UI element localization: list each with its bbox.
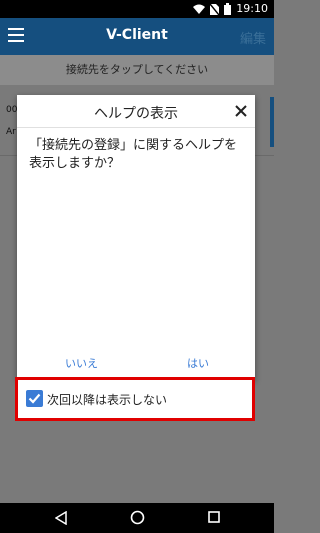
list-item-accent bbox=[270, 97, 274, 147]
navigation-bar bbox=[0, 503, 274, 533]
no-button[interactable]: いいえ bbox=[65, 355, 98, 371]
dialog-title: ヘルプの表示 bbox=[94, 106, 178, 122]
home-icon[interactable] bbox=[130, 510, 145, 525]
no-sim-icon bbox=[210, 3, 220, 15]
help-dialog: ヘルプの表示 「接続先の登録」に関するヘルプを表示しますか？ いいえ はい bbox=[17, 95, 255, 380]
instruction-header: 接続先をタップしてください bbox=[0, 55, 274, 85]
dialog-message: 「接続先の登録」に関するヘルプを表示しますか？ bbox=[29, 138, 238, 171]
battery-icon bbox=[224, 3, 232, 15]
recent-apps-icon[interactable] bbox=[208, 511, 220, 523]
dialog-divider bbox=[17, 127, 255, 128]
app-title: V-Client bbox=[106, 27, 168, 43]
app-bar: V-Client 編集 bbox=[0, 18, 274, 55]
back-icon[interactable] bbox=[55, 511, 67, 525]
dont-show-again-label: 次回以降は表示しない bbox=[47, 393, 168, 407]
close-icon[interactable] bbox=[235, 105, 247, 117]
status-bar: 19:10 bbox=[0, 0, 274, 18]
status-icons: 19:10 bbox=[193, 2, 268, 16]
list-item-id: 00 bbox=[6, 105, 18, 115]
checkmark-icon bbox=[28, 393, 41, 404]
status-time: 19:10 bbox=[236, 2, 268, 15]
yes-button[interactable]: はい bbox=[187, 355, 209, 371]
wifi-icon bbox=[193, 4, 206, 14]
dont-show-again-row[interactable]: 次回以降は表示しない bbox=[17, 380, 255, 418]
list-item-subtext: Ar bbox=[6, 127, 16, 137]
dont-show-again-checkbox[interactable] bbox=[26, 390, 43, 407]
edit-button[interactable]: 編集 bbox=[240, 28, 266, 47]
